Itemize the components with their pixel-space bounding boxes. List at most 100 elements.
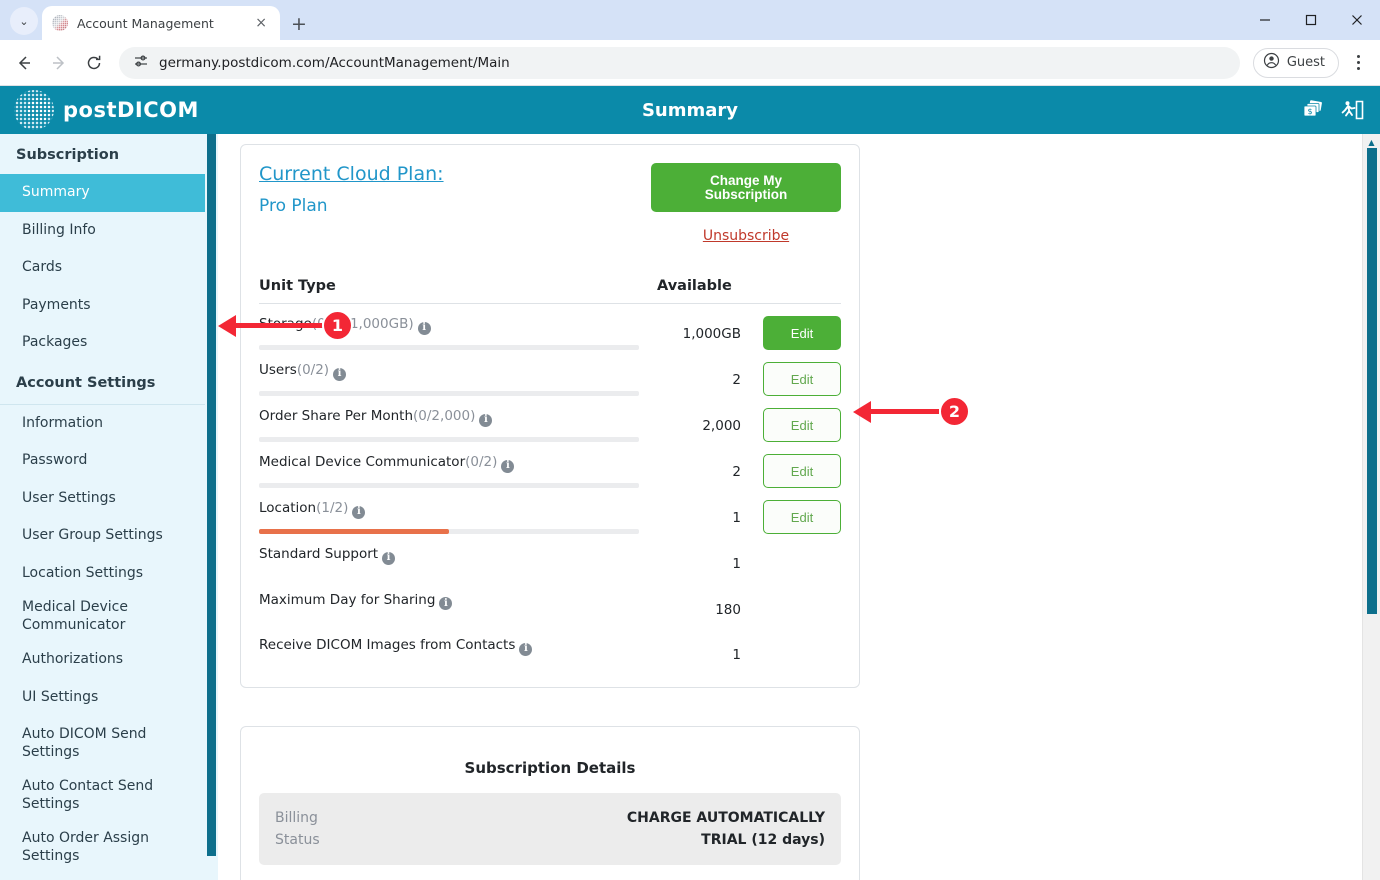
unit-row-maximum-day-for-sharing: Maximum Day for Sharingi180 <box>259 580 841 626</box>
sidebar-item-billing-info[interactable]: Billing Info <box>0 212 218 250</box>
info-icon[interactable]: i <box>382 552 395 565</box>
unit-info: Medical Device Communicator(0/2)i <box>259 454 653 488</box>
storage-edit-button[interactable]: Edit <box>763 316 841 350</box>
unit-action-cell: Edit <box>741 408 841 442</box>
browser-menu-icon[interactable] <box>1344 48 1372 78</box>
page-content: postDICOM Summary $ <box>0 86 1380 880</box>
sidebar-item-information[interactable]: Information <box>0 405 218 443</box>
logo-text: postDICOM <box>63 98 199 122</box>
unit-usage: (0/2) <box>465 454 497 470</box>
plan-actions: Change My Subscription Unsubscribe <box>651 163 841 244</box>
sidebar-item-summary[interactable]: Summary <box>0 174 218 212</box>
window-controls <box>1242 0 1380 40</box>
maximize-icon[interactable] <box>1288 0 1334 40</box>
info-icon[interactable]: i <box>501 460 514 473</box>
account-icon <box>1263 52 1280 73</box>
column-header-available: Available <box>651 278 841 294</box>
cards-icon[interactable]: $ <box>1300 97 1326 123</box>
sidebar-item-location-settings[interactable]: Location Settings <box>0 555 218 593</box>
address-bar[interactable]: germany.postdicom.com/AccountManagement/… <box>119 47 1240 79</box>
sidebar-item-custom-annotations[interactable]: Custom Annotations <box>0 875 218 880</box>
logout-icon[interactable] <box>1340 97 1366 123</box>
order-share-per-month-edit-button[interactable]: Edit <box>763 408 841 442</box>
page-body: Subscription Summary Billing Info Cards … <box>0 134 1380 880</box>
sidebar-item-cards[interactable]: Cards <box>0 249 218 287</box>
unit-action-cell: Edit <box>741 454 841 488</box>
profile-button[interactable]: Guest <box>1253 48 1339 78</box>
tab-favicon-icon <box>52 15 68 31</box>
sidebar-item-user-settings[interactable]: User Settings <box>0 480 218 518</box>
sidebar-scrollbar[interactable] <box>205 134 218 880</box>
info-icon[interactable]: i <box>333 368 346 381</box>
location-edit-button[interactable]: Edit <box>763 500 841 534</box>
sidebar-item-payments[interactable]: Payments <box>0 287 218 325</box>
sidebar-scrollbar-thumb[interactable] <box>207 134 216 856</box>
usage-progress-bar <box>259 529 639 534</box>
sidebar-item-password[interactable]: Password <box>0 442 218 480</box>
medical-device-communicator-edit-button[interactable]: Edit <box>763 454 841 488</box>
forward-icon[interactable] <box>43 47 75 79</box>
info-icon[interactable]: i <box>418 322 431 335</box>
sidebar-item-auto-order-assign-settings[interactable]: Auto Order Assign Settings <box>0 820 218 875</box>
current-cloud-plan-link[interactable]: Current Cloud Plan: <box>259 163 444 185</box>
browser-window: ⌄ Account Management × + <box>0 0 1380 880</box>
brand-logo[interactable]: postDICOM <box>14 90 199 130</box>
site-settings-icon[interactable] <box>133 53 149 73</box>
back-icon[interactable] <box>8 47 40 79</box>
unit-action-cell: Edit <box>741 500 841 534</box>
browser-tab[interactable]: Account Management × <box>42 6 280 40</box>
profile-label: Guest <box>1287 55 1325 70</box>
tab-close-icon[interactable]: × <box>252 14 270 32</box>
info-icon[interactable]: i <box>439 597 452 610</box>
unit-info: Users(0/2)i <box>259 362 653 396</box>
sidebar-group-subscription: Subscription <box>0 134 218 174</box>
sidebar-item-authorizations[interactable]: Authorizations <box>0 641 218 679</box>
status-value: TRIAL (12 days) <box>701 832 825 848</box>
usage-progress-bar <box>259 391 639 396</box>
close-icon[interactable] <box>1334 0 1380 40</box>
unit-label-storage: Storage(0GB/1,000GB)i <box>259 316 639 335</box>
sidebar-item-auto-dicom-send-settings[interactable]: Auto DICOM Send Settings <box>0 716 218 771</box>
unit-action-cell: Edit <box>741 362 841 396</box>
units-table-body: Storage(0GB/1,000GB)i1,000GBEditUsers(0/… <box>259 304 841 671</box>
unit-info: Order Share Per Month(0/2,000)i <box>259 408 653 442</box>
sidebar-item-user-group-settings[interactable]: User Group Settings <box>0 517 218 555</box>
unit-usage: (0/2) <box>297 362 329 378</box>
detail-row-billing: Billing CHARGE AUTOMATICALLY <box>275 807 825 829</box>
users-edit-button[interactable]: Edit <box>763 362 841 396</box>
unit-row-order-share-per-month: Order Share Per Month(0/2,000)i2,000Edit <box>259 396 841 442</box>
subscription-details-box: Billing CHARGE AUTOMATICALLY Status TRIA… <box>259 793 841 865</box>
unit-label-standard-support: Standard Supporti <box>259 546 639 565</box>
change-subscription-button[interactable]: Change My Subscription <box>651 163 841 212</box>
sidebar-item-auto-contact-send-settings[interactable]: Auto Contact Send Settings <box>0 771 218 820</box>
usage-progress-bar <box>259 437 639 442</box>
plan-info: Current Cloud Plan: Pro Plan <box>259 163 444 216</box>
main-scrollbar[interactable]: ▲ <box>1362 134 1380 880</box>
main-content: Current Cloud Plan: Pro Plan Change My S… <box>218 134 1380 880</box>
unsubscribe-link[interactable]: Unsubscribe <box>651 228 841 244</box>
units-table-header: Unit Type Available <box>259 278 841 304</box>
available-value-maximum-day-for-sharing: 180 <box>653 592 741 618</box>
browser-tab-strip: ⌄ Account Management × + <box>0 0 1380 40</box>
tab-search-icon[interactable]: ⌄ <box>10 7 38 35</box>
main-scrollbar-thumb[interactable] <box>1367 148 1377 614</box>
unit-row-standard-support: Standard Supporti1 <box>259 534 841 580</box>
unit-row-medical-device-communicator: Medical Device Communicator(0/2)i2Edit <box>259 442 841 488</box>
reload-icon[interactable] <box>78 47 110 79</box>
subscription-details-card: Subscription Details Billing CHARGE AUTO… <box>240 726 860 880</box>
unit-row-users: Users(0/2)i2Edit <box>259 350 841 396</box>
plan-name[interactable]: Pro Plan <box>259 196 444 216</box>
unit-info: Standard Supporti <box>259 546 653 580</box>
svg-text:$: $ <box>1307 107 1312 116</box>
sidebar-item-packages[interactable]: Packages <box>0 324 218 362</box>
postdicom-logo-icon <box>14 90 54 130</box>
info-icon[interactable]: i <box>479 414 492 427</box>
browser-toolbar: germany.postdicom.com/AccountManagement/… <box>0 40 1380 86</box>
minimize-icon[interactable] <box>1242 0 1288 40</box>
unit-label-medical-device-communicator: Medical Device Communicator(0/2)i <box>259 454 639 473</box>
sidebar-item-medical-device-communicator[interactable]: Medical Device Communicator <box>0 592 218 641</box>
info-icon[interactable]: i <box>519 643 532 656</box>
info-icon[interactable]: i <box>352 506 365 519</box>
new-tab-icon[interactable]: + <box>291 15 307 34</box>
sidebar-item-ui-settings[interactable]: UI Settings <box>0 679 218 717</box>
